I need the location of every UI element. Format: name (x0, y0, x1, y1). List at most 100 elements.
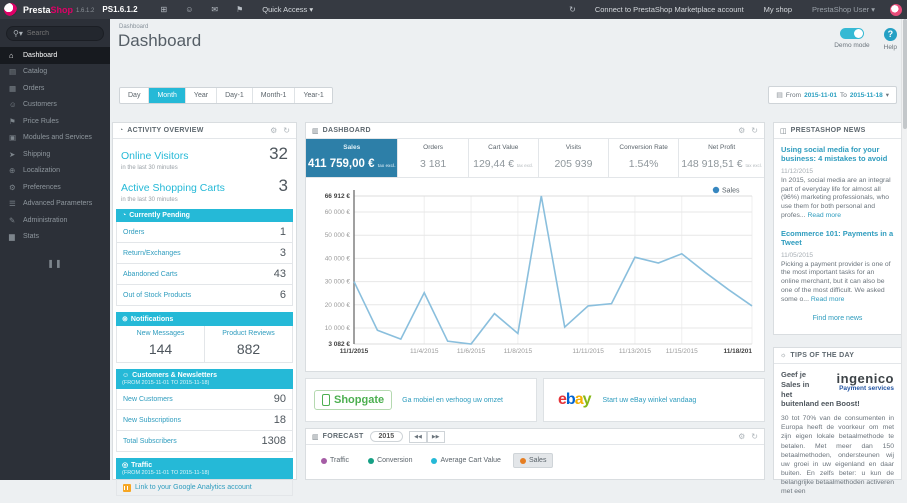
product-reviews-cell[interactable]: Product Reviews 882 (204, 326, 292, 362)
help-icon[interactable]: ? (883, 28, 897, 41)
customers-row-total-subscribers[interactable]: Total Subscribers 1308 (116, 431, 293, 452)
scrollbar-thumb[interactable] (903, 19, 907, 129)
user-avatar[interactable] (890, 3, 902, 16)
ebay-link[interactable]: Start uw eBay winkel vandaag (603, 397, 697, 404)
forecast-year-input[interactable]: 2015 (369, 431, 404, 442)
read-more-link[interactable]: Read more (811, 296, 845, 303)
kpi-visits[interactable]: Visits 205 939 (538, 139, 610, 177)
sidebar-item-dashboard[interactable]: ⌂ Dashboard (0, 47, 110, 64)
read-more-link[interactable]: Read more (807, 212, 841, 219)
sidebar-item-price-rules[interactable]: ⚑ Price Rules (0, 113, 110, 130)
legend-average-cart-value[interactable]: Average Cart Value (424, 453, 507, 468)
kpi-sales[interactable]: Sales 411 759,00 € tax excl. (306, 139, 399, 177)
google-analytics-link-row[interactable]: Link to your Google Analytics account (116, 479, 293, 496)
demo-mode-toggle[interactable] (839, 28, 864, 39)
range-day-button[interactable]: Day (120, 88, 150, 103)
forecast-prev-button[interactable]: ◀◀ (409, 430, 427, 443)
kpi-net-profit[interactable]: Net Profit 148 918,51 € tax excl. (679, 139, 764, 177)
help-control: ? Help (884, 28, 897, 51)
brand-name[interactable]: PrestaShop (23, 5, 73, 15)
sidebar-search[interactable]: ⚲▾ (6, 26, 104, 41)
marketplace-link[interactable]: Connect to PrestaShop Marketplace accoun… (595, 5, 744, 14)
forecast-next-button[interactable]: ▶▶ (426, 430, 445, 443)
sidebar-item-modules[interactable]: ▣ Modules and Services (0, 130, 110, 147)
sidebar-item-customers[interactable]: ☺ Customers (0, 97, 110, 114)
tips-of-the-day-panel: ☼ TIPS OF THE DAY ingenico Payment servi… (773, 347, 902, 495)
x-axis-tick-label: 11/11/2015 (572, 348, 604, 355)
sidebar-item-advanced-parameters[interactable]: ☰ Advanced Parameters (0, 196, 110, 213)
prestashop-logo-icon[interactable] (4, 3, 17, 16)
page-title: Dashboard (118, 31, 202, 50)
range-year-1-button[interactable]: Year-1 (295, 88, 332, 103)
cart-icon[interactable]: ⊞ (161, 5, 168, 14)
orders-icon: ▦ (9, 83, 17, 93)
sidebar-item-localization[interactable]: ⊕ Localization (0, 163, 110, 180)
pin-icon[interactable]: ⚑ (236, 5, 243, 14)
gear-icon[interactable]: ⚙ (738, 432, 745, 441)
messages-icon[interactable]: ✉ (211, 5, 218, 14)
refresh-icon[interactable]: ↻ (751, 126, 758, 135)
gear-icon[interactable]: ⚙ (738, 126, 745, 135)
active-carts-value: 3 (278, 176, 288, 195)
legend-conversion[interactable]: Conversion (361, 453, 419, 468)
preferences-icon: ⚙ (9, 182, 16, 192)
user-icon: ☺ (122, 372, 130, 379)
caret-down-icon: ▾ (885, 92, 889, 99)
legend-traffic[interactable]: Traffic (314, 453, 356, 468)
range-year-button[interactable]: Year (185, 88, 218, 103)
sidebar-item-orders[interactable]: ▦ Orders (0, 80, 110, 97)
range-month-1-button[interactable]: Month-1 (252, 88, 296, 103)
tips-text: 30 tot 70% van de consumenten in Europa … (781, 415, 894, 496)
page-scrollbar[interactable] (901, 19, 907, 480)
kpi-orders[interactable]: Orders 3 181 (398, 139, 469, 177)
quick-access-menu[interactable]: Quick Access ▾ (262, 5, 313, 14)
dashboard-panel-title: DASHBOARD (322, 127, 371, 134)
forecast-panel-title: FORECAST (322, 433, 364, 440)
date-range-picker-button[interactable]: ▤ From 2015-11-01 To 2015-11-18 ▾ (768, 86, 897, 104)
forecast-icon: ▥ (312, 433, 319, 441)
sidebar-item-preferences[interactable]: ⚙ Preferences (0, 179, 110, 196)
pending-row-orders[interactable]: Orders 1 (116, 222, 293, 243)
sidebar-item-catalog[interactable]: ▤ Catalog (0, 64, 110, 81)
search-icon: ⚲▾ (13, 29, 23, 38)
dashboard-icon: ▥ (312, 127, 319, 135)
shopgate-banner[interactable]: Shopgate Ga mobiel en verhoog uw omzet (305, 378, 537, 422)
sidebar-item-stats[interactable]: ▆ Stats (0, 229, 110, 246)
active-carts-link[interactable]: Active Shopping Carts (121, 182, 225, 194)
find-more-news-link[interactable]: Find more news (774, 307, 901, 328)
x-axis-tick-label: 11/1/2015 (340, 348, 369, 355)
refresh-icon[interactable]: ↻ (283, 126, 290, 135)
sidebar-item-shipping[interactable]: ➤ Shipping (0, 146, 110, 163)
customers-row-new-subscriptions[interactable]: New Subscriptions 18 (116, 410, 293, 431)
shopgate-link[interactable]: Ga mobiel en verhoog uw omzet (402, 397, 503, 404)
y-axis-tick-label: 20 000 € (325, 302, 351, 309)
kpi-conversion-rate[interactable]: Conversion Rate 1.54% (609, 139, 680, 177)
range-day-1-button[interactable]: Day-1 (217, 88, 253, 103)
currently-pending-header: ◔ Currently Pending (116, 209, 293, 222)
legend-dot-icon[interactable] (712, 186, 720, 194)
brand-version: 1.6.1.2 (76, 7, 95, 14)
refresh-icon[interactable]: ↻ (751, 432, 758, 441)
chart-legend-label[interactable]: Sales (722, 188, 740, 195)
legend-sales[interactable]: Sales (512, 453, 554, 468)
gear-icon[interactable]: ⚙ (270, 126, 277, 135)
user-menu[interactable]: PrestaShop User ▾ (812, 5, 875, 14)
online-visitors-link[interactable]: Online Visitors (121, 150, 189, 162)
ebay-banner[interactable]: ebay Start uw eBay winkel vandaag (543, 378, 765, 422)
new-messages-cell[interactable]: New Messages 144 (117, 326, 204, 362)
date-range-button-group: Day Month Year Day-1 Month-1 Year-1 (119, 87, 333, 104)
pending-row-abandoned-carts[interactable]: Abandoned Carts 43 (116, 264, 293, 285)
my-shop-link[interactable]: My shop (764, 5, 792, 14)
profile-icon[interactable]: ☺ (185, 5, 193, 14)
pending-row-returns[interactable]: Return/Exchanges 3 (116, 243, 293, 264)
sidebar-item-administration[interactable]: ✎ Administration (0, 212, 110, 229)
news-article-title-link[interactable]: Using social media for your business: 4 … (781, 145, 894, 164)
kpi-cart-value[interactable]: Cart Value 129,44 € tax excl. (468, 139, 539, 177)
sidebar-collapse-button[interactable]: ❚❚ (0, 259, 110, 268)
pending-row-out-of-stock[interactable]: Out of Stock Products 6 (116, 285, 293, 306)
news-article-title-link[interactable]: Ecommerce 101: Payments in a Tweet (781, 229, 894, 248)
range-month-button[interactable]: Month (149, 88, 186, 103)
customers-row-new-customers[interactable]: New Customers 90 (116, 389, 293, 410)
search-input[interactable] (26, 30, 97, 37)
breadcrumb[interactable]: Dashboard (119, 24, 148, 30)
